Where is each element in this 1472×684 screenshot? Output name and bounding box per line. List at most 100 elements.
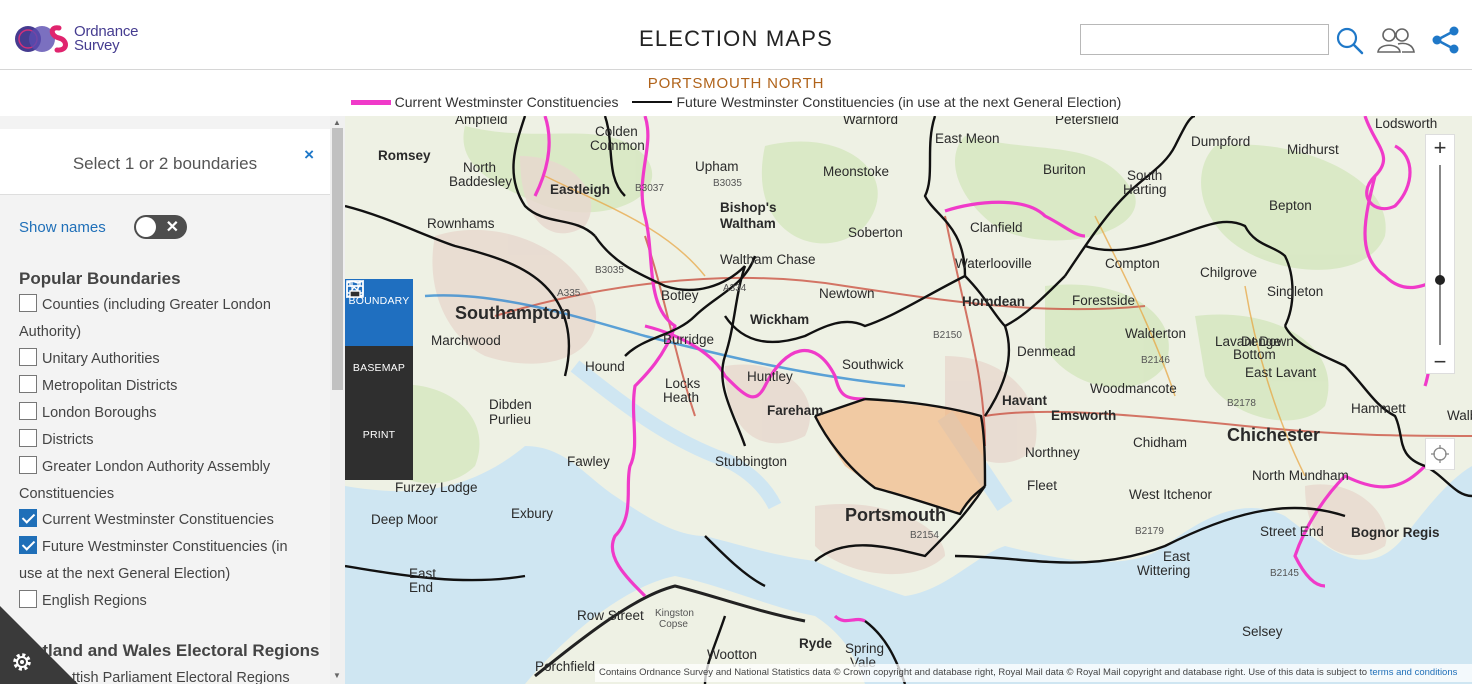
future-boundary-swatch <box>632 101 673 103</box>
option-future-westminster[interactable]: Future Westminster Constituencies (in us… <box>19 534 319 588</box>
boundary-sidebar: Select 1 or 2 boundaries × Show names ✕ … <box>0 116 345 684</box>
svg-text:Waltham Chase: Waltham Chase <box>720 252 816 267</box>
svg-text:B2145: B2145 <box>1270 568 1299 579</box>
basemap-tool-label: BASEMAP <box>352 362 406 374</box>
svg-text:Burridge: Burridge <box>663 332 714 347</box>
option-london-boroughs[interactable]: London Boroughs <box>19 400 319 427</box>
map-view[interactable]: Ampfield Colden Common Warnford East Meo… <box>345 116 1472 684</box>
svg-text:Ryde: Ryde <box>799 636 833 651</box>
print-tool-label: PRINT <box>362 429 396 441</box>
locate-button[interactable] <box>1425 438 1455 470</box>
svg-text:B3037: B3037 <box>635 183 664 194</box>
search-input[interactable] <box>1080 24 1329 55</box>
svg-text:Eastleigh: Eastleigh <box>550 182 610 197</box>
svg-text:East: East <box>409 566 436 581</box>
svg-text:Copse: Copse <box>659 619 688 630</box>
zoom-control: + − <box>1425 134 1455 374</box>
option-label-cont: Constituencies <box>19 486 115 502</box>
checkbox[interactable] <box>19 294 37 312</box>
future-boundary-label: Future Westminster Constituencies (in us… <box>676 94 1122 110</box>
svg-text:B3035: B3035 <box>595 265 624 276</box>
svg-text:Exbury: Exbury <box>511 506 553 521</box>
settings-corner[interactable] <box>0 606 78 684</box>
option-unitary-authorities[interactable]: Unitary Authorities <box>19 346 319 373</box>
users-icon[interactable] <box>1376 24 1416 56</box>
checkbox[interactable] <box>19 456 37 474</box>
svg-text:Baddesley: Baddesley <box>449 174 512 189</box>
svg-text:Deep Moor: Deep Moor <box>371 512 438 527</box>
svg-text:Botley: Botley <box>661 288 699 303</box>
svg-text:Emsworth: Emsworth <box>1051 408 1116 423</box>
svg-text:Newtown: Newtown <box>819 286 875 301</box>
zoom-slider-handle[interactable] <box>1435 275 1445 285</box>
option-label: Counties (including Greater London <box>42 297 271 313</box>
option-counties[interactable]: Counties (including Greater London Autho… <box>19 292 319 346</box>
svg-text:Southampton: Southampton <box>455 303 571 323</box>
checkbox-checked[interactable] <box>19 509 37 527</box>
option-label: Greater London Authority Assembly <box>42 459 271 475</box>
svg-text:A335: A335 <box>557 288 581 299</box>
attribution-text: Contains Ordnance Survey and National St… <box>599 667 1368 678</box>
terms-link[interactable]: terms and conditions <box>1370 667 1458 678</box>
svg-text:B2178: B2178 <box>1227 398 1256 409</box>
svg-text:Fawley: Fawley <box>567 454 610 469</box>
svg-text:Colden: Colden <box>595 124 638 139</box>
svg-text:Wootton: Wootton <box>707 647 757 662</box>
checkbox[interactable] <box>19 429 37 447</box>
sidebar-scrollbar[interactable]: ▲ ▼ <box>330 116 345 684</box>
close-icon[interactable]: × <box>304 145 314 165</box>
svg-text:Hound: Hound <box>585 359 625 374</box>
svg-text:Bognor Regis: Bognor Regis <box>1351 525 1440 540</box>
map-canvas[interactable]: Ampfield Colden Common Warnford East Meo… <box>345 116 1472 684</box>
option-label: Metropolitan Districts <box>42 378 178 394</box>
print-tool-button[interactable]: PRINT <box>345 280 413 480</box>
svg-text:A334: A334 <box>723 283 747 294</box>
svg-text:East: East <box>1163 549 1190 564</box>
svg-text:West Itchenor: West Itchenor <box>1129 487 1213 502</box>
option-label: Unitary Authorities <box>42 351 160 367</box>
option-gla-assembly[interactable]: Greater London Authority Assembly Consti… <box>19 454 319 508</box>
svg-text:Lodsworth: Lodsworth <box>1375 116 1437 131</box>
current-boundary-swatch <box>350 99 391 105</box>
search-icon[interactable] <box>1334 24 1366 56</box>
svg-text:Selsey: Selsey <box>1242 624 1283 639</box>
share-icon[interactable] <box>1430 24 1462 56</box>
svg-text:Stubbington: Stubbington <box>715 454 787 469</box>
zoom-slider-track[interactable] <box>1439 165 1441 345</box>
scroll-up-arrow[interactable]: ▲ <box>333 118 341 127</box>
scroll-down-arrow[interactable]: ▼ <box>333 671 341 680</box>
svg-text:Soberton: Soberton <box>848 225 903 240</box>
checkbox[interactable] <box>19 402 37 420</box>
scroll-thumb[interactable] <box>332 128 343 390</box>
checkbox[interactable] <box>19 348 37 366</box>
svg-text:South: South <box>1127 168 1162 183</box>
svg-text:Street End: Street End <box>1260 524 1324 539</box>
svg-text:Clanfield: Clanfield <box>970 220 1023 235</box>
checkbox[interactable] <box>19 375 37 393</box>
checkbox-checked[interactable] <box>19 536 37 554</box>
option-scottish-regions[interactable]: ttish Parliament Electoral Regions <box>72 665 345 684</box>
option-districts[interactable]: Districts <box>19 427 319 454</box>
map-legend: PORTSMOUTH NORTH Current Westminster Con… <box>0 70 1472 116</box>
svg-text:Compton: Compton <box>1105 256 1160 271</box>
svg-text:Chilgrove: Chilgrove <box>1200 265 1257 280</box>
svg-text:Fareham: Fareham <box>767 403 823 418</box>
option-label: Future Westminster Constituencies (in <box>42 539 288 555</box>
zoom-in-button[interactable]: + <box>1426 135 1454 161</box>
svg-text:B2179: B2179 <box>1135 526 1164 537</box>
zoom-out-button[interactable]: − <box>1426 349 1454 375</box>
svg-text:Woodmancote: Woodmancote <box>1090 381 1177 396</box>
app-header: Ordnance Survey ELECTION MAPS <box>0 0 1472 70</box>
svg-text:Hammett: Hammett <box>1351 401 1406 416</box>
svg-text:Horndean: Horndean <box>962 294 1025 309</box>
svg-text:Harting: Harting <box>1123 182 1167 197</box>
svg-text:Romsey: Romsey <box>378 148 431 163</box>
svg-text:Warnford: Warnford <box>843 116 898 127</box>
basemap-tool-button[interactable]: BASEMAP <box>345 279 413 413</box>
show-names-toggle[interactable]: ✕ <box>134 215 187 239</box>
svg-text:Northney: Northney <box>1025 445 1080 460</box>
show-names-label: Show names <box>19 219 106 236</box>
option-current-westminster[interactable]: Current Westminster Constituencies <box>19 507 319 534</box>
option-label: Current Westminster Constituencies <box>42 512 274 528</box>
option-metropolitan-districts[interactable]: Metropolitan Districts <box>19 373 319 400</box>
